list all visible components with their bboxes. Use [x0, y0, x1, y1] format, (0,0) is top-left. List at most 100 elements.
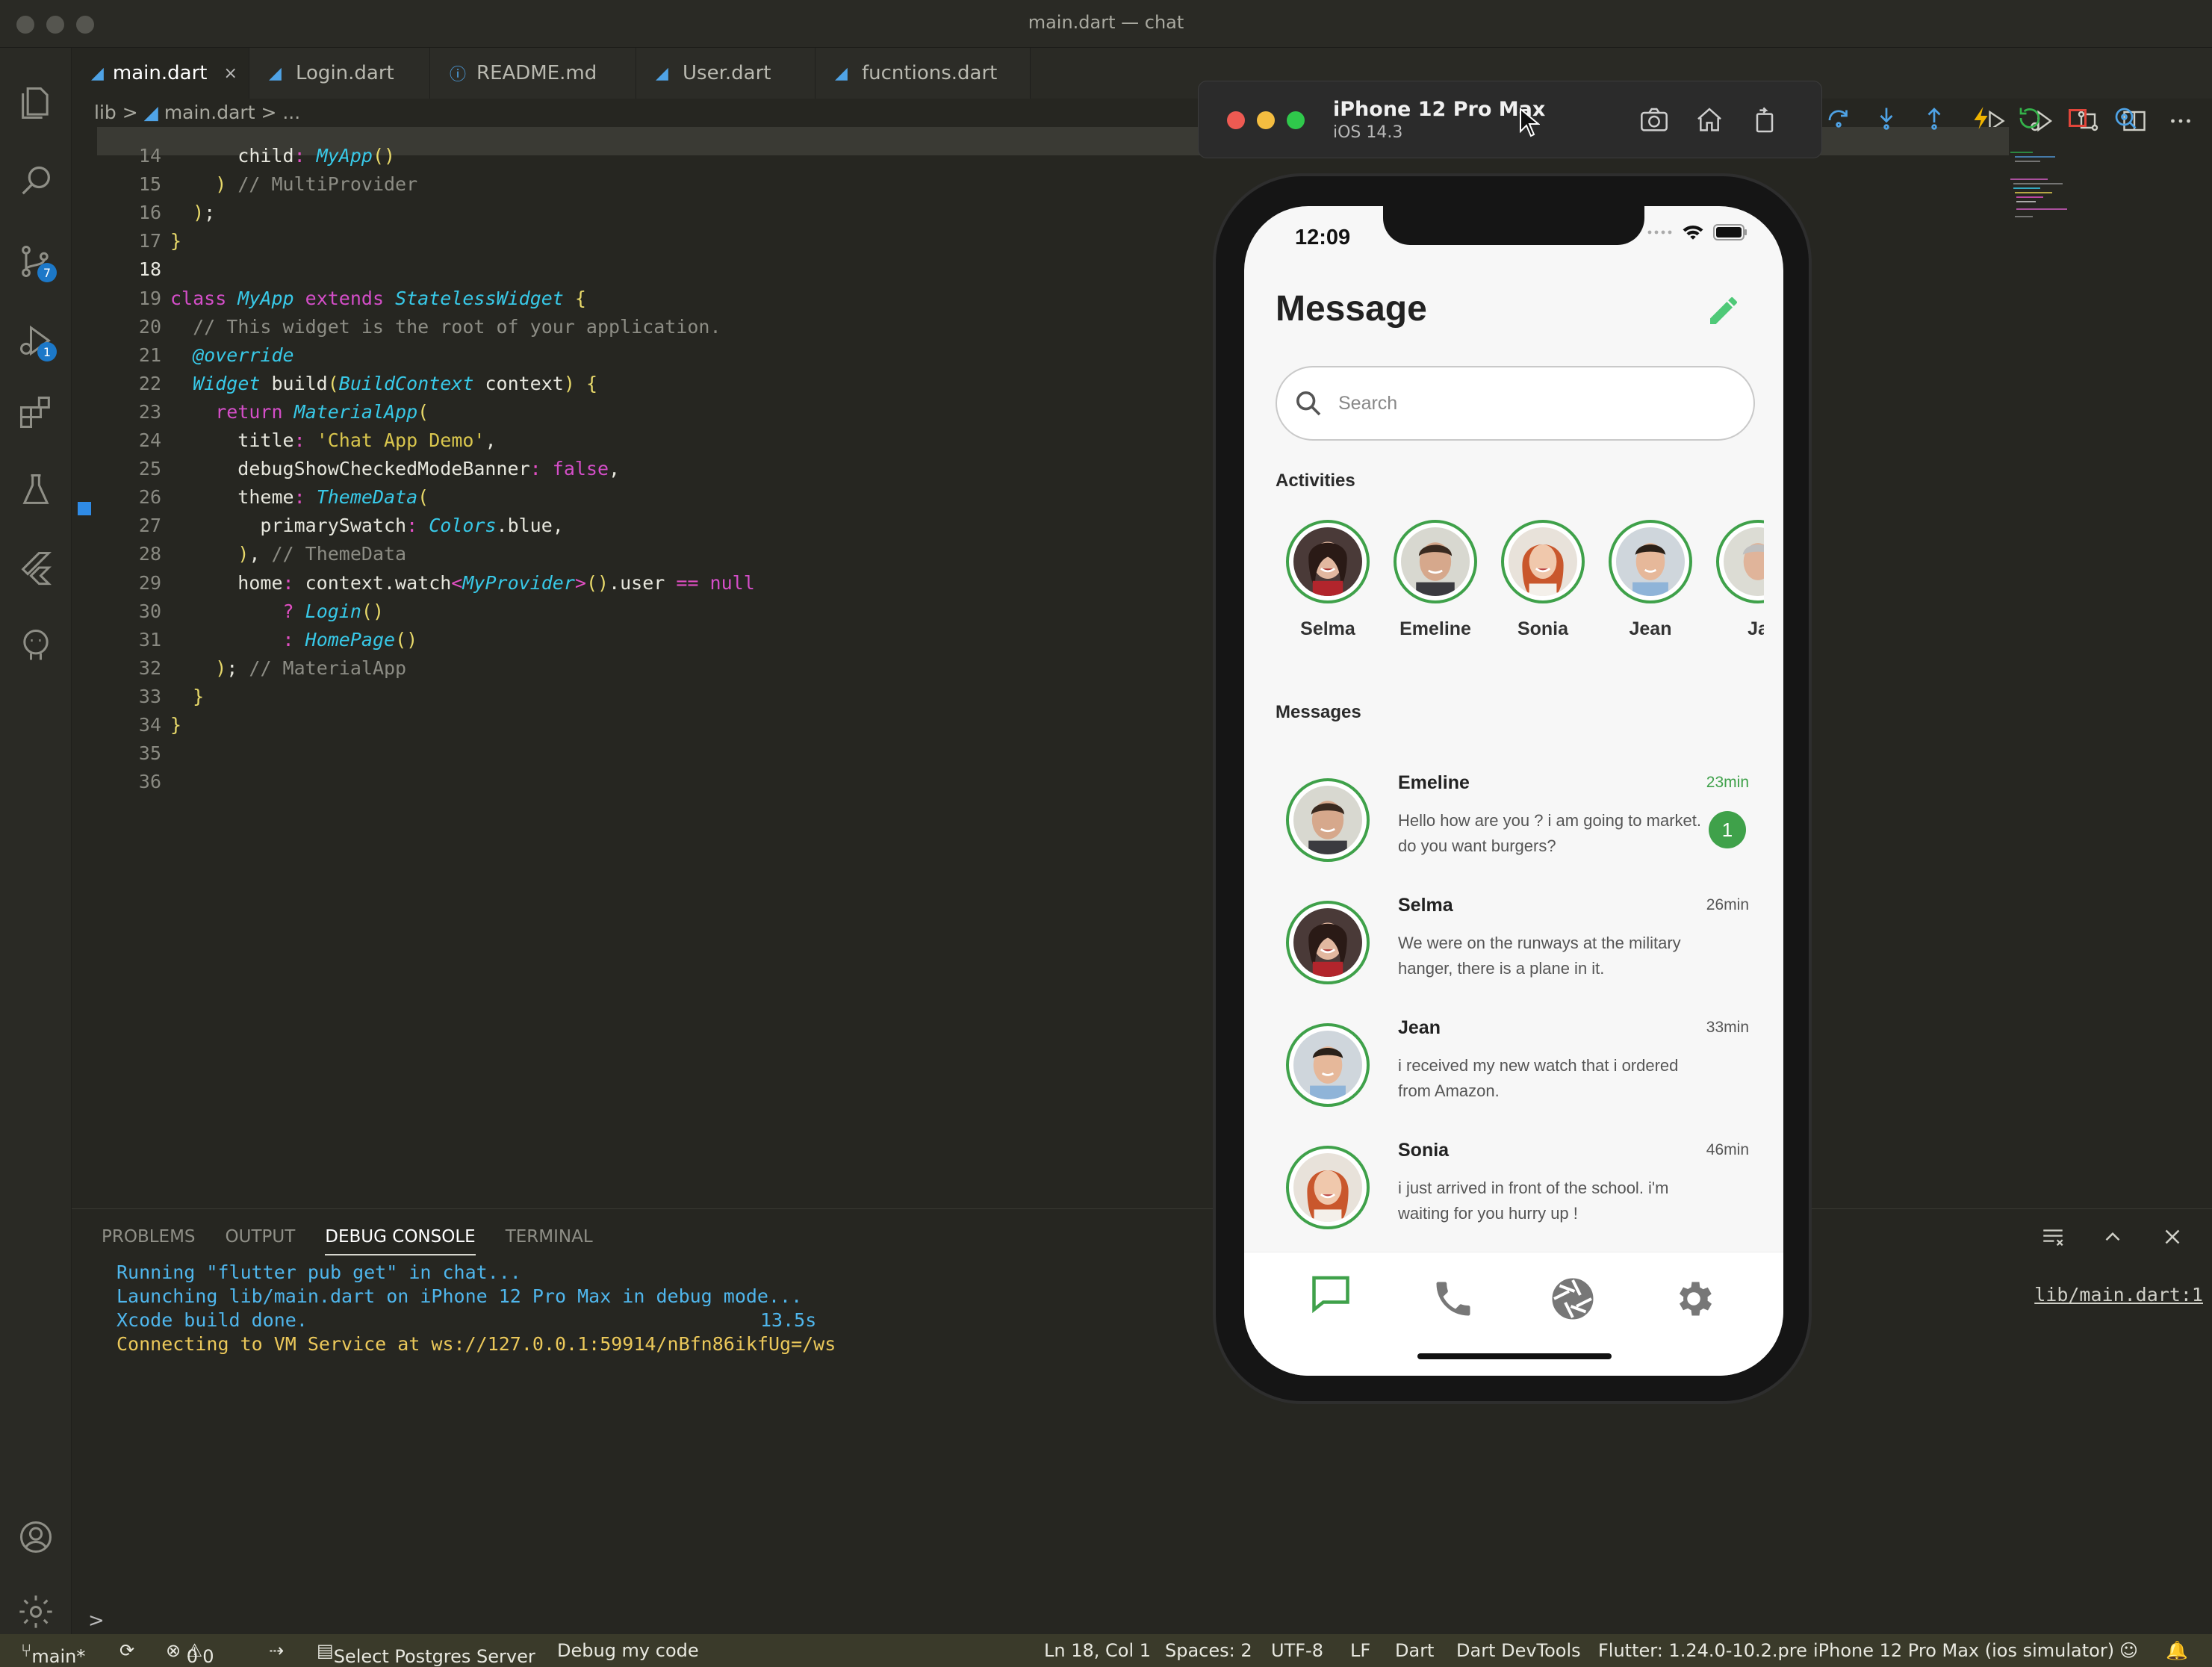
tab-problems[interactable]: PROBLEMS: [102, 1227, 196, 1255]
activity-story[interactable]: Emeline: [1394, 520, 1477, 640]
zoom-simulator-button[interactable]: [1287, 111, 1305, 129]
notifications-bell-icon[interactable]: 🔔: [2166, 1640, 2188, 1661]
git-branch[interactable]: ⑂ main*: [21, 1640, 85, 1667]
dart-devtools[interactable]: Dart DevTools: [1456, 1640, 1581, 1661]
run-debug-icon[interactable]: 1: [13, 318, 58, 363]
nav-chat-icon[interactable]: [1308, 1270, 1353, 1315]
stop-icon[interactable]: [2064, 105, 2091, 131]
breadcrumb-separator: >: [122, 102, 138, 123]
message-item[interactable]: Selma We were on the runways at the mili…: [1286, 895, 1749, 1007]
code-text[interactable]: return MaterialApp(: [170, 401, 429, 423]
code-text[interactable]: ), // ThemeData: [170, 543, 406, 565]
code-editor[interactable]: 14 child: MyApp() 15 ) // MultiProvider 16…: [72, 127, 2212, 1202]
flutter-version[interactable]: Flutter: 1.24.0-10.2.pre: [1598, 1640, 1807, 1661]
postgres-icon[interactable]: [13, 623, 58, 668]
tab-user-dart[interactable]: ◢ User.dart: [636, 48, 815, 99]
code-text[interactable]: debugShowCheckedModeBanner: false,: [170, 458, 620, 479]
tab-output[interactable]: OUTPUT: [226, 1227, 296, 1255]
minimize-simulator-button[interactable]: [1257, 111, 1275, 129]
step-over-icon[interactable]: [1825, 105, 1852, 131]
clear-console-icon[interactable]: [2040, 1224, 2066, 1250]
code-text[interactable]: );: [170, 202, 215, 223]
code-text[interactable]: theme: ThemeData(: [170, 486, 429, 508]
testing-flask-icon[interactable]: [13, 468, 58, 512]
maximize-panel-icon[interactable]: [2100, 1224, 2125, 1250]
hot-reload-icon[interactable]: [1969, 105, 1995, 131]
launch-icon[interactable]: ⇢: [269, 1640, 284, 1661]
activity-story[interactable]: Jean: [1609, 520, 1692, 640]
code-text[interactable]: }: [170, 686, 204, 707]
flutter-icon[interactable]: [13, 545, 58, 590]
code-text[interactable]: }: [170, 230, 181, 252]
line-ending[interactable]: LF: [1350, 1640, 1370, 1661]
message-item[interactable]: Sonia i just arrived in front of the sch…: [1286, 1140, 1749, 1252]
account-icon[interactable]: [13, 1515, 58, 1559]
activity-story[interactable]: Ja: [1716, 520, 1764, 640]
code-text[interactable]: }: [170, 714, 181, 736]
code-text[interactable]: primarySwatch: Colors.blue,: [170, 515, 563, 536]
home-icon[interactable]: [1694, 105, 1724, 135]
problems-indicator[interactable]: ⊗ 0 ⚠ 0: [166, 1640, 214, 1667]
sync-icon[interactable]: ⟳: [119, 1640, 134, 1661]
inspect-widget-icon[interactable]: [2112, 105, 2139, 131]
tab-debug-console[interactable]: DEBUG CONSOLE: [325, 1227, 476, 1255]
console-line: Xcode build done.: [116, 1309, 308, 1331]
close-simulator-button[interactable]: [1227, 111, 1245, 129]
explorer-icon[interactable]: [13, 81, 58, 125]
breadcrumb[interactable]: lib > ◢ main.dart > ...: [94, 102, 300, 123]
tab-readme[interactable]: ⓘ README.md: [430, 48, 636, 99]
minimap[interactable]: [2010, 149, 2093, 232]
search-icon[interactable]: [13, 160, 58, 205]
code-text[interactable]: ? Login(): [170, 600, 385, 622]
language-mode[interactable]: Dart: [1395, 1640, 1434, 1661]
code-text[interactable]: @override: [170, 344, 293, 366]
tab-functions-dart[interactable]: ◢ fucntions.dart: [815, 48, 1031, 99]
activity-story[interactable]: Selma: [1286, 520, 1370, 640]
code-text[interactable]: title: 'Chat App Demo',: [170, 429, 496, 451]
device-selector[interactable]: iPhone 12 Pro Max (ios simulator): [1813, 1640, 2114, 1661]
tab-login-dart[interactable]: ◢ Login.dart: [249, 48, 430, 99]
code-text[interactable]: class MyApp extends StatelessWidget {: [170, 288, 586, 309]
breadcrumb-folder[interactable]: lib: [94, 102, 116, 123]
feedback-icon[interactable]: ☺: [2119, 1640, 2138, 1661]
message-item[interactable]: Emeline Hello how are you ? i am going t…: [1286, 772, 1749, 884]
screenshot-camera-icon[interactable]: [1639, 105, 1669, 135]
indentation[interactable]: Spaces: 2: [1165, 1640, 1252, 1661]
nav-settings-gear-icon[interactable]: [1671, 1276, 1716, 1321]
activities-row[interactable]: Selma Emeline Sonia Jean Ja: [1286, 520, 1764, 654]
cursor-position[interactable]: Ln 18, Col 1: [1044, 1640, 1151, 1661]
tab-terminal[interactable]: TERMINAL: [506, 1227, 593, 1255]
source-link[interactable]: lib/main.dart:1: [2034, 1284, 2203, 1306]
hot-restart-icon[interactable]: [2016, 105, 2043, 131]
compose-pencil-icon[interactable]: [1706, 293, 1742, 329]
tab-main-dart[interactable]: ◢ main.dart ×: [72, 48, 249, 99]
rotate-icon[interactable]: [1750, 105, 1780, 135]
nav-aperture-icon[interactable]: [1550, 1276, 1595, 1321]
code-text[interactable]: ); // MaterialApp: [170, 657, 406, 679]
activity-story[interactable]: Sonia: [1501, 520, 1585, 640]
message-item[interactable]: Jean i received my new watch that i orde…: [1286, 1017, 1749, 1129]
home-indicator[interactable]: [1417, 1353, 1612, 1359]
encoding[interactable]: UTF-8: [1271, 1640, 1323, 1661]
extensions-icon[interactable]: [13, 390, 58, 435]
line-number: 23: [138, 400, 161, 423]
code-text[interactable]: : HomePage(): [170, 629, 418, 651]
code-text[interactable]: Widget build(BuildContext context) {: [170, 373, 597, 394]
close-tab-icon[interactable]: ×: [223, 64, 237, 83]
search-input[interactable]: Search: [1276, 366, 1755, 441]
code-text[interactable]: child: MyApp(): [170, 145, 395, 167]
breadcrumb-file[interactable]: main.dart: [164, 102, 255, 123]
postgres-server[interactable]: ▤ Select Postgres Server: [317, 1640, 535, 1667]
console-prompt[interactable]: >: [88, 1609, 105, 1632]
breadcrumb-symbol[interactable]: ...: [282, 102, 300, 123]
code-text[interactable]: ) // MultiProvider: [170, 173, 417, 195]
manage-gear-icon[interactable]: [13, 1589, 58, 1634]
debug-my-code[interactable]: Debug my code: [557, 1640, 699, 1661]
step-out-icon[interactable]: [1921, 105, 1948, 131]
code-text[interactable]: // This widget is the root of your appli…: [170, 316, 721, 338]
code-text[interactable]: home: context.watch<MyProvider>().user =…: [170, 572, 754, 594]
nav-phone-icon[interactable]: [1431, 1276, 1476, 1321]
source-control-icon[interactable]: 7: [13, 239, 58, 284]
close-panel-icon[interactable]: [2160, 1224, 2185, 1250]
step-into-icon[interactable]: [1873, 105, 1900, 131]
